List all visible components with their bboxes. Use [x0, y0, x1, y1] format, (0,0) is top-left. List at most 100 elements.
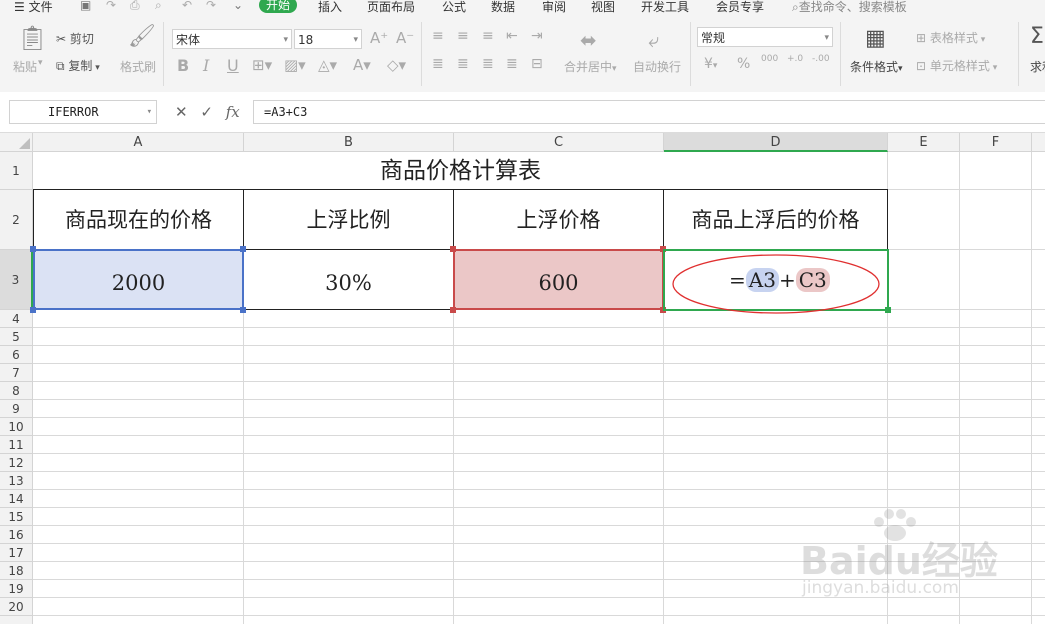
- command-search[interactable]: ⌕查找命令、搜索模板: [792, 0, 907, 15]
- italic-button[interactable]: I: [203, 56, 209, 75]
- header-cell-d2[interactable]: 商品上浮后的价格: [664, 190, 887, 249]
- fill-handle[interactable]: [885, 307, 891, 313]
- reference-handle[interactable]: [450, 246, 456, 252]
- row-header-7[interactable]: 7: [0, 364, 33, 382]
- fill-pattern-icon[interactable]: ▨▾: [284, 56, 306, 74]
- align-top-icon[interactable]: ≡: [432, 28, 444, 44]
- font-color-icon[interactable]: A▾: [353, 56, 371, 74]
- wrap-text-button[interactable]: 自动换行: [633, 58, 681, 75]
- row-header-13[interactable]: 13: [0, 472, 33, 490]
- cut-button[interactable]: ✂ 剪切: [56, 30, 94, 47]
- column-header-d[interactable]: D: [664, 133, 888, 152]
- reference-handle[interactable]: [450, 307, 456, 313]
- column-header-b[interactable]: B: [244, 133, 454, 152]
- confirm-icon[interactable]: ✓: [200, 103, 213, 121]
- row-header-4[interactable]: 4: [0, 310, 33, 328]
- undo-icon[interactable]: ↶: [182, 0, 192, 12]
- file-menu[interactable]: ☰ 文件: [14, 0, 53, 15]
- select-all-corner[interactable]: [0, 133, 33, 152]
- row-header-2[interactable]: 2: [0, 190, 33, 250]
- align-middle-icon[interactable]: ≡: [457, 28, 469, 44]
- redo-arrow-icon[interactable]: ↷: [206, 0, 216, 12]
- row-header-3[interactable]: 3: [0, 250, 33, 310]
- column-header-a[interactable]: A: [33, 133, 244, 152]
- currency-button[interactable]: ¥▾: [704, 56, 717, 72]
- row-header-21[interactable]: [0, 616, 33, 624]
- row-header-20[interactable]: 20: [0, 598, 33, 616]
- cell-style-button[interactable]: ⊡ 单元格样式 ▾: [916, 57, 997, 74]
- row-header-6[interactable]: 6: [0, 346, 33, 364]
- row-header-19[interactable]: 19: [0, 580, 33, 598]
- cancel-icon[interactable]: ✕: [175, 103, 188, 121]
- reference-handle[interactable]: [240, 246, 246, 252]
- align-left-icon[interactable]: ≣: [432, 56, 444, 72]
- align-right-icon[interactable]: ≣: [482, 56, 494, 72]
- merge-center-button[interactable]: 合并居中▾: [564, 58, 617, 75]
- increase-font-icon[interactable]: A⁺: [370, 29, 388, 47]
- fx-icon[interactable]: fx: [226, 103, 240, 121]
- header-cell-b2[interactable]: 上浮比例: [244, 190, 453, 249]
- increase-decimal-button[interactable]: +.0: [787, 54, 803, 64]
- header-cell-c2[interactable]: 上浮价格: [454, 190, 663, 249]
- paste-icon[interactable]: 📋︎: [17, 24, 47, 52]
- column-header-e[interactable]: E: [888, 133, 960, 152]
- tab-page-layout[interactable]: 页面布局: [367, 0, 415, 15]
- align-bottom-icon[interactable]: ≡: [482, 28, 494, 44]
- reference-handle[interactable]: [240, 307, 246, 313]
- thousands-button[interactable]: 000: [761, 54, 778, 64]
- conditional-format-button[interactable]: 条件格式▾: [850, 58, 903, 75]
- copy-button[interactable]: ⧉ 复制 ▾: [56, 57, 100, 74]
- reference-handle[interactable]: [30, 246, 36, 252]
- fill-color-icon[interactable]: ◬▾: [318, 56, 337, 74]
- decrease-font-icon[interactable]: A⁻: [396, 29, 414, 47]
- redo-icon[interactable]: ↷: [106, 0, 116, 12]
- column-header-f[interactable]: F: [960, 133, 1032, 152]
- tab-home[interactable]: 开始: [259, 0, 298, 13]
- tab-data[interactable]: 数据: [491, 0, 515, 15]
- tab-review[interactable]: 审阅: [542, 0, 566, 15]
- row-header-18[interactable]: 18: [0, 562, 33, 580]
- format-painter-button[interactable]: 格式刷: [120, 58, 156, 75]
- row-header-15[interactable]: 15: [0, 508, 33, 526]
- print-icon[interactable]: ⎙: [130, 0, 140, 13]
- bold-button[interactable]: B: [177, 56, 189, 75]
- tab-member[interactable]: 会员专享: [716, 0, 764, 15]
- tab-developer[interactable]: 开发工具: [641, 0, 689, 15]
- border-icon[interactable]: ⊞▾: [252, 56, 272, 74]
- column-header-g[interactable]: [1032, 133, 1045, 152]
- print-preview-icon[interactable]: ⌕: [155, 0, 162, 13]
- conditional-format-icon[interactable]: ▦: [865, 26, 886, 51]
- column-header-c[interactable]: C: [454, 133, 664, 152]
- tab-formula[interactable]: 公式: [442, 0, 466, 15]
- header-cell-a2[interactable]: 商品现在的价格: [34, 190, 243, 249]
- save-icon[interactable]: ▣: [80, 0, 91, 12]
- row-header-10[interactable]: 10: [0, 418, 33, 436]
- sheet-title-cell[interactable]: 商品价格计算表: [34, 152, 887, 189]
- row-header-1[interactable]: 1: [0, 152, 33, 190]
- tab-insert[interactable]: 插入: [318, 0, 342, 15]
- row-header-17[interactable]: 17: [0, 544, 33, 562]
- outdent-icon[interactable]: ⇤: [506, 28, 518, 44]
- sum-icon[interactable]: Σ: [1030, 24, 1044, 49]
- percent-button[interactable]: %: [737, 56, 750, 72]
- paste-button[interactable]: 粘贴: [13, 58, 37, 75]
- font-name-select[interactable]: 宋体 ▾: [172, 29, 292, 49]
- formula-input[interactable]: =A3+C3: [253, 100, 1045, 124]
- row-header-14[interactable]: 14: [0, 490, 33, 508]
- wrap-text-icon[interactable]: ⤶: [648, 28, 659, 52]
- row-header-11[interactable]: 11: [0, 436, 33, 454]
- name-box[interactable]: IFERROR ▾: [9, 100, 157, 124]
- clear-format-icon[interactable]: ◇▾: [387, 56, 406, 74]
- row-header-5[interactable]: 5: [0, 328, 33, 346]
- row-header-8[interactable]: 8: [0, 382, 33, 400]
- tab-view[interactable]: 视图: [591, 0, 615, 15]
- merge-cells-icon[interactable]: ⬌: [580, 28, 597, 52]
- decrease-decimal-button[interactable]: -.00: [812, 54, 830, 64]
- justify-icon[interactable]: ≣: [506, 56, 518, 72]
- cell-b3[interactable]: 30%: [244, 250, 453, 309]
- row-header-12[interactable]: 12: [0, 454, 33, 472]
- font-size-select[interactable]: 18 ▾: [294, 29, 362, 49]
- indent-icon[interactable]: ⇥: [531, 28, 543, 44]
- distribute-icon[interactable]: ⊟: [531, 56, 543, 72]
- chevron-down-icon[interactable]: ⌄: [233, 0, 243, 12]
